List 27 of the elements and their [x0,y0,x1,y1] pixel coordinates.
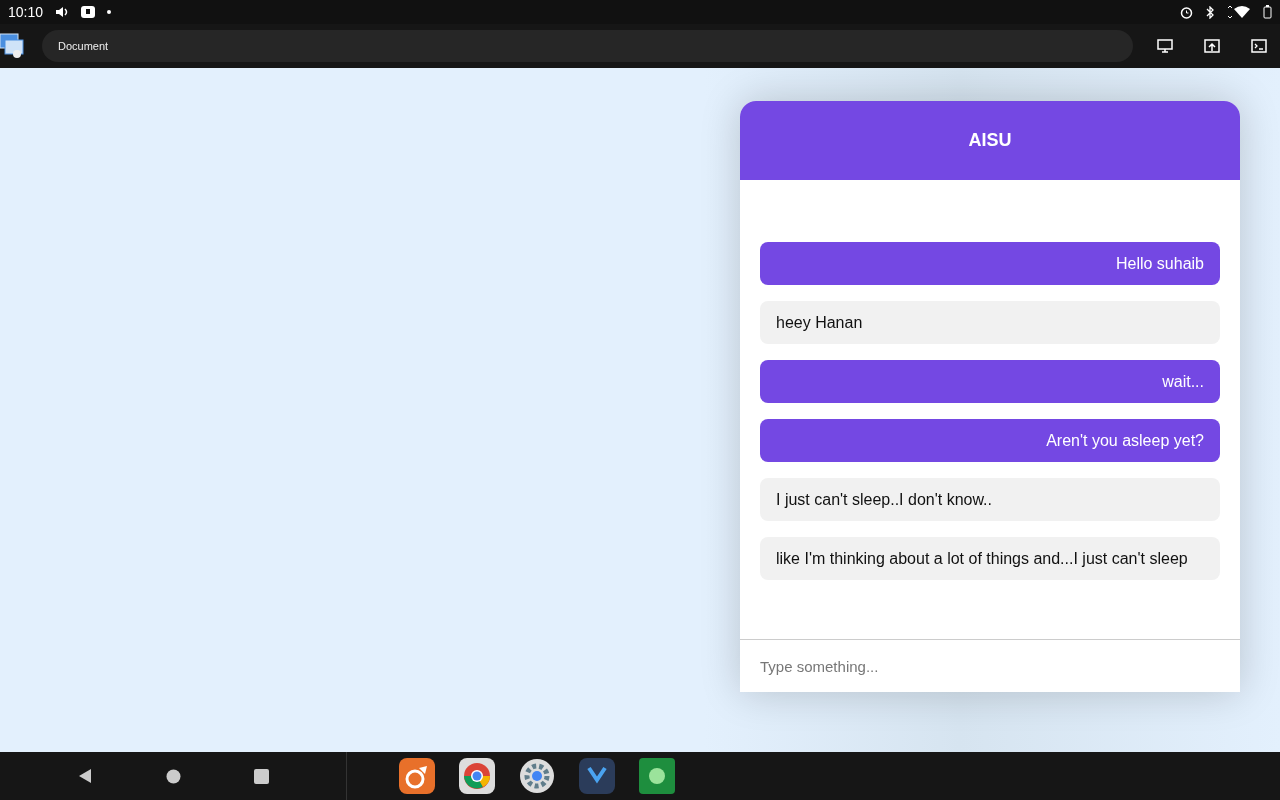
app-icon[interactable] [639,758,675,794]
monitor-icon [1157,39,1173,53]
received-message: I just can't sleep..I don't know.. [760,478,1220,521]
received-message: heey Hanan [760,301,1220,344]
chat-title: AISU [968,130,1012,151]
volume-icon [55,5,70,19]
message-input[interactable]: Type something... [740,639,1240,692]
battery-icon [1263,5,1272,19]
home-button[interactable] [166,768,181,784]
address-bar[interactable]: Document [42,30,1133,62]
clock: 10:10 [8,4,44,20]
sent-message: wait... [760,360,1220,403]
wifi-icon [1227,5,1251,19]
sent-message: Aren't you asleep yet? [760,419,1220,462]
app-icon[interactable] [579,758,615,794]
received-message: like I'm thinking about a lot of things and...I just can't sleep [760,537,1220,580]
sent-message: Hello suhaib [760,242,1220,285]
alarm-icon [1180,5,1193,19]
terminal-icon [1251,39,1267,53]
bluetooth-icon [1205,5,1215,19]
upload-icon [1204,39,1220,53]
notification-icon [81,5,96,19]
browser-icon[interactable] [459,758,495,794]
recents-button[interactable] [254,768,270,784]
windows-icon[interactable] [0,33,26,59]
page-title: Document [58,40,109,52]
dot-icon [107,10,112,14]
